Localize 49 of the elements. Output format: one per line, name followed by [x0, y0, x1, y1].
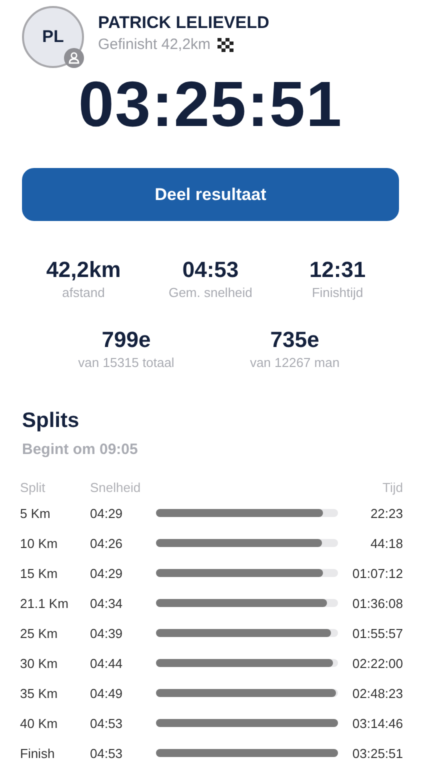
split-cell-text: 25 Km [20, 626, 59, 640]
avatar-initials: PL [42, 27, 64, 47]
stat-label: afstand [62, 285, 105, 300]
pace-cell-text: 04:26 [90, 536, 124, 550]
split-cell-text: 30 Km [20, 656, 59, 670]
split-cell-text: 40 Km [20, 716, 59, 730]
split-cell-text: 21.1 Km [20, 596, 70, 610]
column-header: Tijd [382, 480, 403, 494]
time-cell-text: 02:48:23 [351, 686, 403, 700]
pace-cell-text: 04:39 [90, 626, 124, 640]
pace-cell-text: 04:34 [90, 596, 124, 610]
rank-label: van 15315 totaal [78, 355, 174, 370]
pace-cell-text: 04:53 [90, 746, 124, 760]
person-icon [64, 48, 84, 68]
finish-status: Gefinisht 42,2km [98, 36, 211, 53]
share-result-button[interactable]: Deel resultaat [22, 168, 399, 221]
start-time: Begint om 09:05 [22, 441, 139, 458]
pace-cell-text: 04:44 [90, 656, 124, 670]
runner-name: PATRICK LELIEVELD [98, 13, 270, 33]
time-cell-text: 44:18 [369, 536, 403, 550]
split-cell-text: 10 Km [20, 536, 59, 550]
time-cell-text: 03:25:51 [351, 746, 403, 760]
stat-value: 04:53 [182, 257, 239, 283]
column-header: Snelheid [90, 480, 142, 494]
split-cell-text: Finish [20, 746, 56, 760]
time-cell-text: 01:55:57 [351, 626, 403, 640]
rank-value: 799e [102, 327, 151, 353]
rank-value: 735e [270, 327, 320, 353]
pace-cell-text: 04:49 [90, 686, 124, 700]
split-cell-text: 35 Km [20, 686, 59, 700]
stat-value: 12:31 [309, 257, 366, 283]
checkered-flag-icon [216, 38, 234, 52]
stat-label: Gem. snelheid [168, 285, 252, 300]
time-cell-text: 01:07:12 [351, 566, 403, 580]
time-cell-text: 03:14:46 [351, 716, 403, 730]
finish-time: 03:25:51 [77, 72, 344, 136]
rank-label: van 12267 man [250, 355, 340, 370]
time-cell-text: 01:36:08 [351, 596, 403, 610]
section-title: Splits [22, 409, 80, 433]
stat-label: Finishtijd [312, 285, 364, 300]
pace-cell-text: 04:29 [90, 506, 124, 520]
split-cell-text: 15 Km [20, 566, 59, 580]
time-cell-text: 22:23 [369, 506, 403, 520]
split-cell-text: 5 Km [20, 506, 52, 520]
pace-cell-text: 04:29 [90, 566, 124, 580]
time-cell-text: 02:22:00 [351, 656, 403, 670]
pace-cell-text: 04:53 [90, 716, 124, 730]
stat-value: 42,2km [46, 257, 121, 283]
column-header: Split [20, 480, 46, 494]
